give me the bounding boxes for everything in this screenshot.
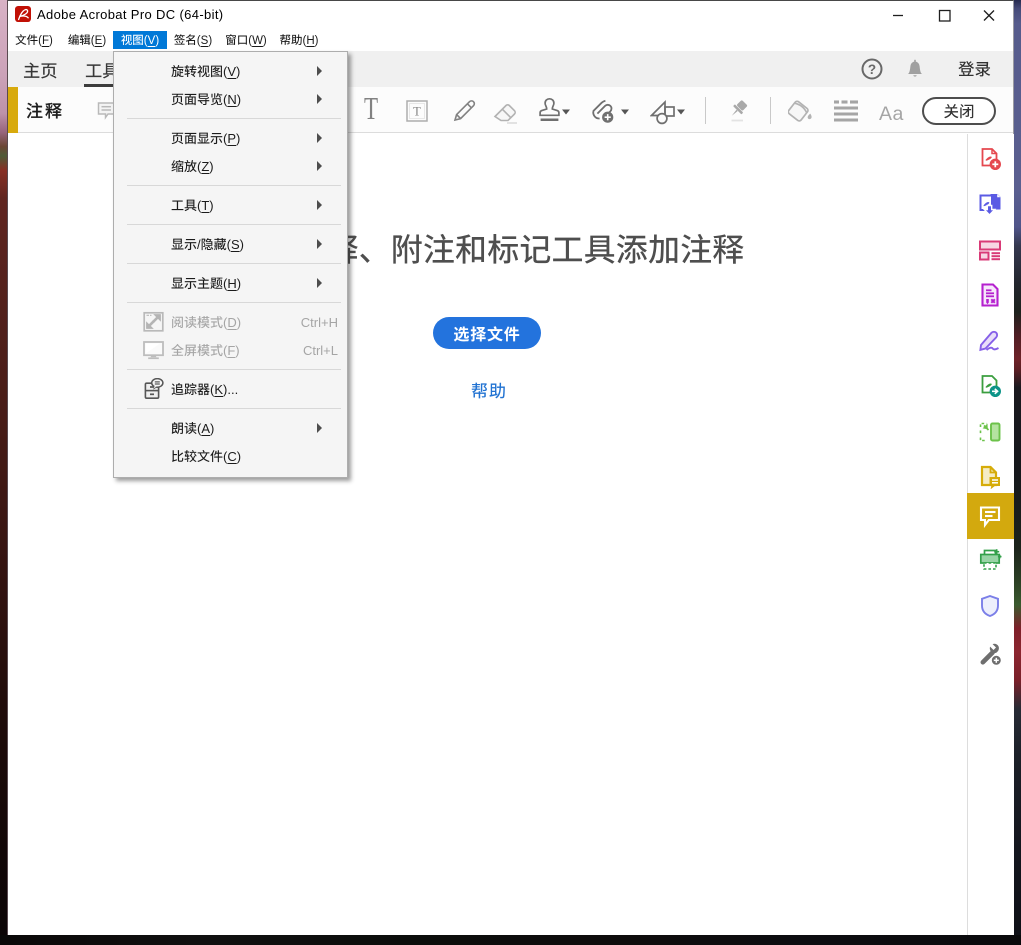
svg-text:T: T (413, 105, 421, 119)
svg-text:?: ? (868, 62, 876, 77)
